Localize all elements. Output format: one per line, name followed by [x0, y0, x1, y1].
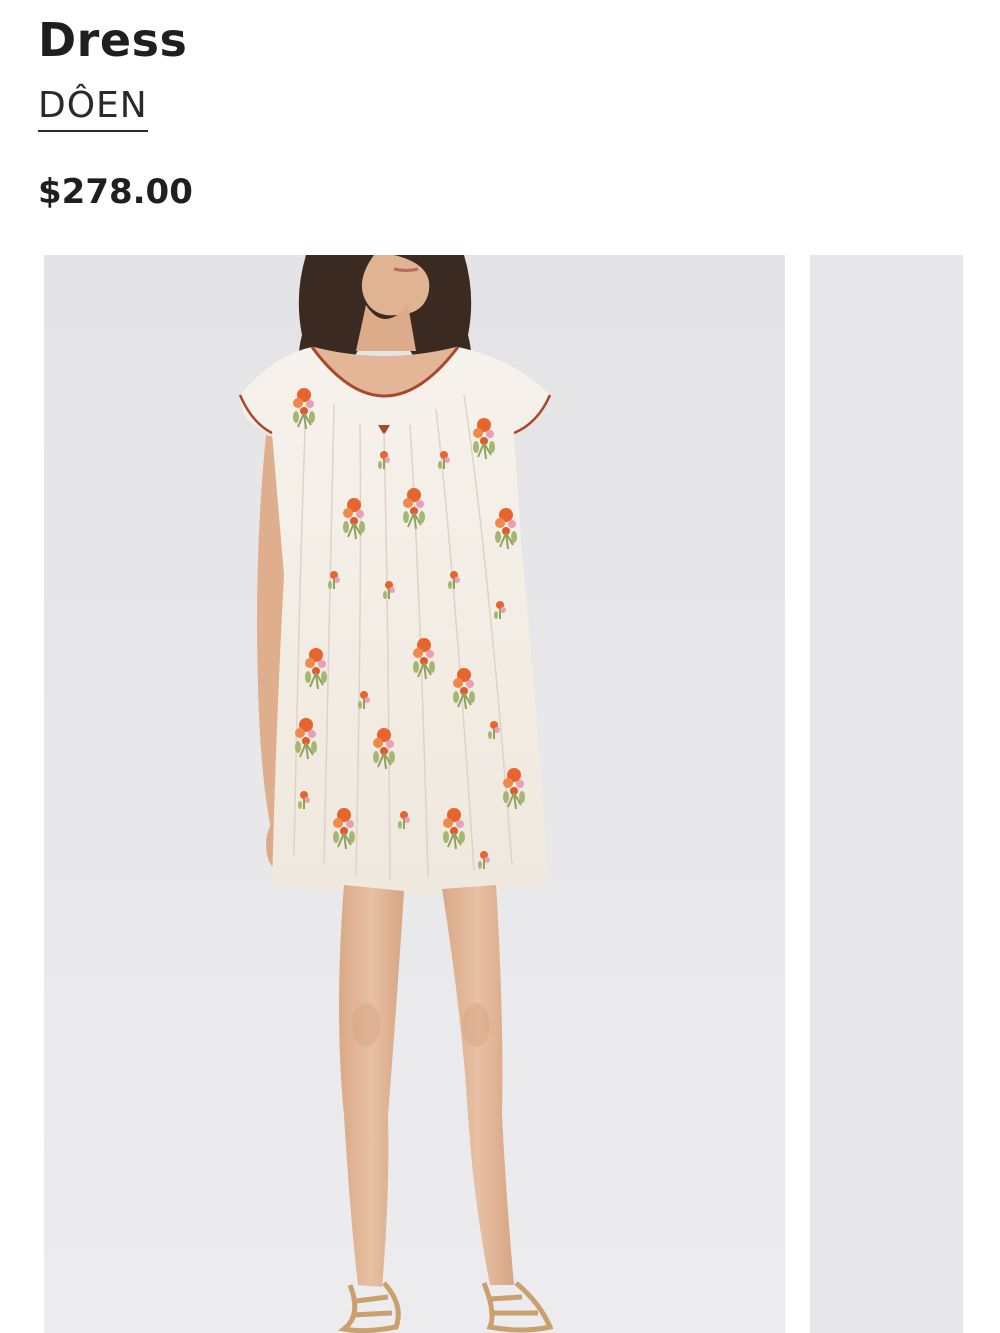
- product-title: Dress: [38, 13, 188, 67]
- model-wearing-dress-photo: [44, 255, 785, 1333]
- product-image-carousel[interactable]: [38, 255, 1000, 1333]
- product-image-main[interactable]: [44, 255, 785, 1333]
- carousel-gap: [785, 255, 810, 1333]
- brand-link[interactable]: DÔEN: [38, 86, 148, 132]
- product-image-next-peek[interactable]: [810, 255, 963, 1333]
- product-price: $278.00: [38, 172, 193, 212]
